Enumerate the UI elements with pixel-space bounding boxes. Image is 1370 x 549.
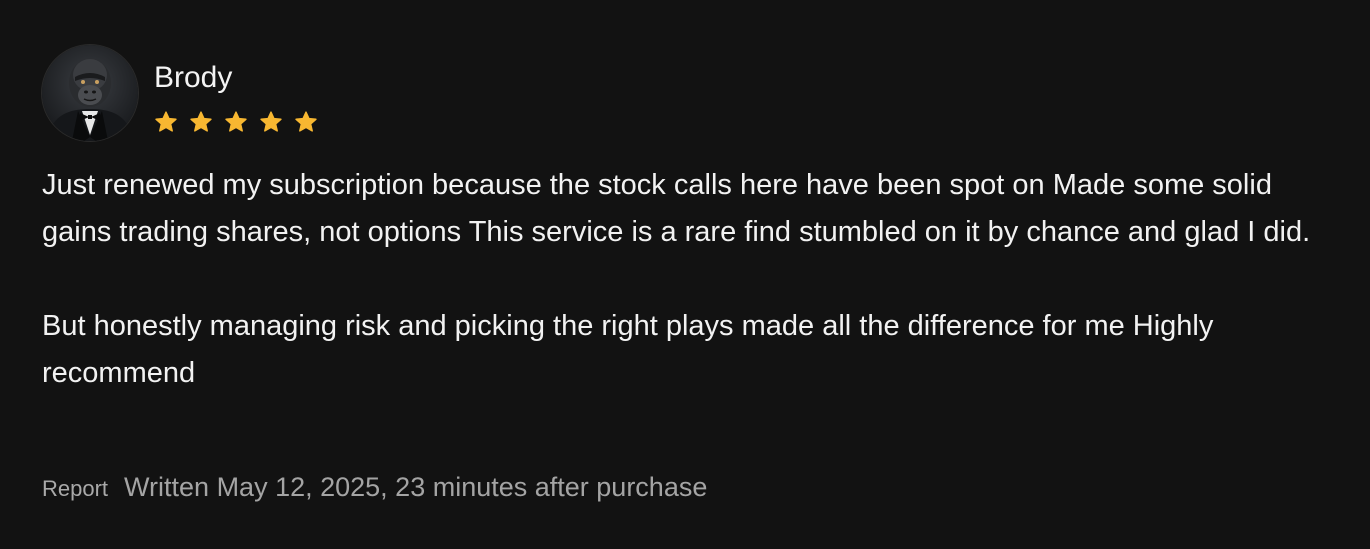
review-paragraph: Just renewed my subscription because the… (42, 169, 1311, 248)
review-author-name: Brody (154, 61, 233, 94)
star-icon (295, 111, 317, 132)
review-date: Written May 12, 2025, 23 minutes after p… (124, 472, 708, 502)
review-body: Just renewed my subscription because the… (42, 162, 1342, 397)
star-icon (260, 111, 282, 132)
star-rating (154, 110, 318, 134)
report-link[interactable]: Report (42, 476, 108, 502)
star-icon (190, 111, 212, 132)
review-card: Brody Just renewed my subscription becau… (0, 0, 1370, 549)
star-icon (155, 111, 177, 132)
gorilla-avatar-icon (46, 59, 134, 141)
avatar (42, 45, 138, 141)
review-footer: Report Written May 12, 2025, 23 minutes … (42, 472, 707, 503)
star-icon (225, 111, 247, 132)
review-paragraph: But honestly managing risk and picking t… (42, 310, 1214, 389)
